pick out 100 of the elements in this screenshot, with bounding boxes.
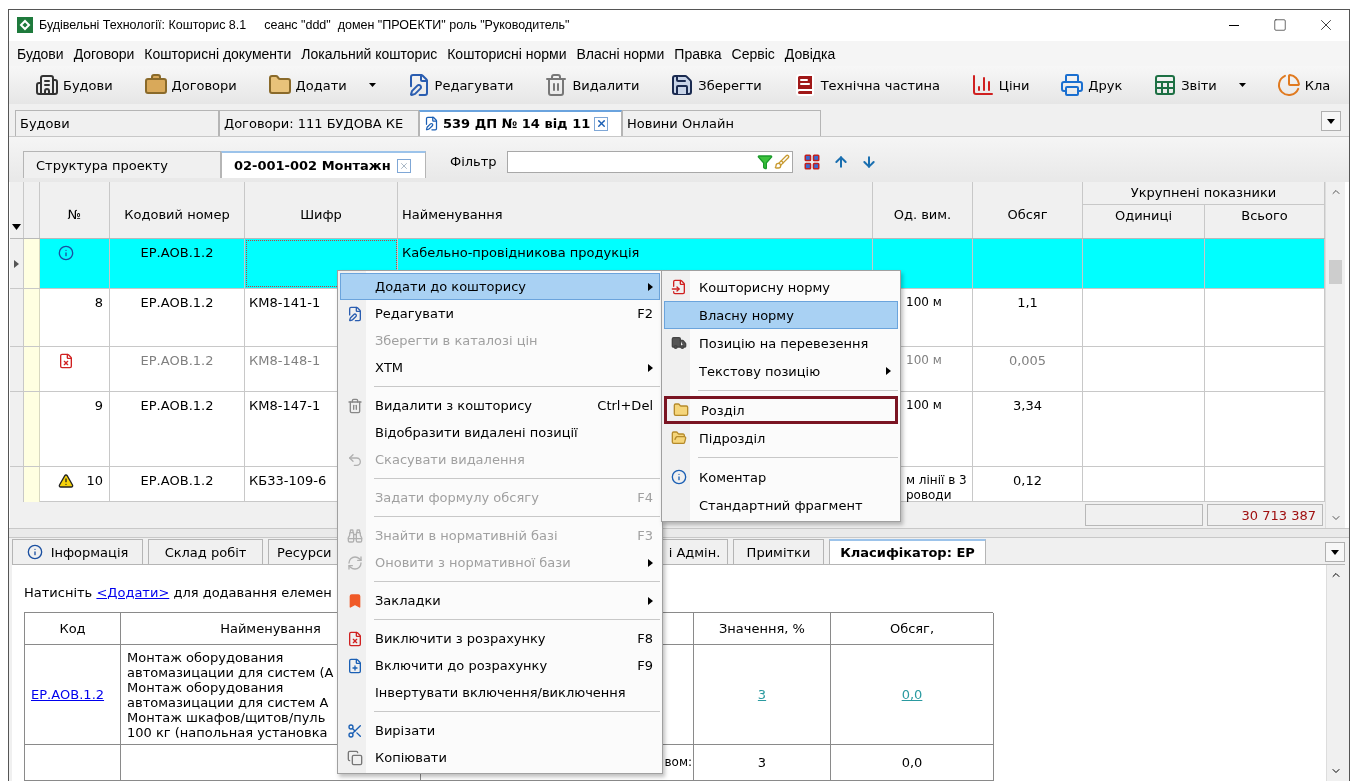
column-header: Обсяг, bbox=[831, 613, 994, 645]
document-tab[interactable]: Новини Онлайн bbox=[622, 109, 821, 136]
document-icon bbox=[424, 116, 439, 132]
panel-tab[interactable]: Примітки bbox=[733, 539, 824, 564]
scrollbar-thumb[interactable] bbox=[1329, 260, 1342, 285]
row-strip bbox=[24, 289, 40, 347]
column-header: Кодовий номер bbox=[110, 182, 245, 239]
bar-chart-icon bbox=[970, 73, 995, 98]
code-cell: ЕР.АОВ.1.2 bbox=[110, 239, 245, 289]
row-header[interactable] bbox=[10, 239, 24, 289]
volume-cell: 0,005 bbox=[1008, 353, 1047, 369]
trash-icon bbox=[544, 73, 569, 98]
toolbar-button[interactable]: Будови bbox=[27, 70, 121, 101]
menu-item[interactable]: Власну норму bbox=[664, 301, 898, 329]
volume-cell: 0,12 bbox=[1013, 473, 1042, 489]
project-tab[interactable]: 02-001-002 Монтажн bbox=[221, 151, 426, 179]
menu-item[interactable]: Текстову позицію bbox=[664, 357, 898, 385]
funnel-icon bbox=[756, 153, 773, 170]
caret-icon bbox=[1327, 118, 1335, 124]
volume-cell: 3,34 bbox=[1013, 398, 1042, 414]
printer-icon bbox=[1060, 73, 1085, 98]
code-cell: ЕР.АОВ.1.2 bbox=[110, 289, 245, 347]
panel-tab[interactable]: Класифікатор: ЕР bbox=[829, 539, 986, 564]
info-icon bbox=[58, 245, 74, 262]
window-title: Будівельні Технології: Кошторис 8.1 bbox=[39, 18, 247, 33]
truck-icon bbox=[671, 335, 687, 351]
unit-cell: 100 м bbox=[906, 398, 942, 414]
document-remove-icon bbox=[58, 353, 74, 370]
submenu-arrow-icon bbox=[648, 596, 653, 605]
toolbar-button[interactable]: Додати bbox=[259, 70, 384, 101]
add-link[interactable]: <Додати> bbox=[96, 585, 170, 600]
column-header: Одиниці bbox=[1083, 205, 1205, 239]
vertical-scrollbar[interactable] bbox=[1325, 182, 1345, 529]
menu-bar-item[interactable]: Сервіс bbox=[726, 43, 780, 64]
code-link[interactable]: ЕР.АОВ.1.2 bbox=[31, 687, 105, 702]
refresh-icon bbox=[347, 554, 363, 571]
code-cell: ЕР.АОВ.1.2 bbox=[110, 347, 245, 392]
toolbar-button[interactable]: Технічна частина bbox=[784, 70, 948, 101]
submenu-arrow-icon bbox=[648, 363, 653, 372]
menu-bar-item[interactable]: Кошторисні норми bbox=[442, 43, 572, 64]
toolbar-button[interactable]: Договори bbox=[135, 70, 245, 101]
menu-bar-item[interactable]: Договори bbox=[68, 43, 140, 64]
filter-field[interactable] bbox=[506, 150, 793, 173]
vertical-scrollbar[interactable] bbox=[1326, 565, 1345, 781]
column-header: Од. вим. bbox=[873, 182, 973, 239]
unit-cell: 100 м bbox=[906, 295, 942, 311]
submenu-arrow-icon bbox=[886, 367, 891, 375]
toolbar-button[interactable]: Ціни bbox=[962, 70, 1038, 101]
menu-item[interactable]: Коментар bbox=[664, 463, 898, 491]
column-header: Найменування bbox=[398, 182, 873, 239]
table-cell: 3 bbox=[694, 745, 831, 781]
toolbar-button[interactable]: Друк bbox=[1052, 70, 1131, 101]
panel-tab[interactable]: Інформація bbox=[12, 539, 143, 564]
row-pointer-icon bbox=[14, 259, 19, 268]
toolbar-button[interactable]: Редагувати bbox=[398, 70, 522, 101]
panel-tab[interactable]: Склад робіт bbox=[148, 539, 263, 564]
submenu-arrow-icon bbox=[648, 558, 653, 567]
info-icon bbox=[26, 544, 43, 560]
toolbar-button[interactable]: Видалити bbox=[536, 70, 648, 101]
toolbar-button[interactable]: Звіти bbox=[1145, 70, 1254, 101]
document-import-icon bbox=[671, 279, 687, 295]
column-group-header: Укрупнені показники bbox=[1083, 182, 1325, 206]
menu-item[interactable]: Закладки bbox=[340, 587, 660, 614]
caret-icon bbox=[1238, 83, 1246, 88]
menu-bar-item[interactable]: Локальний кошторис bbox=[296, 43, 443, 64]
minimize-icon bbox=[1229, 24, 1239, 26]
toolbar-button[interactable]: Зберегти bbox=[662, 70, 770, 101]
document-tab[interactable]: 539 ДП № 14 від 11 bbox=[419, 109, 622, 136]
menu-item[interactable]: Позицію на перевезення bbox=[664, 329, 898, 357]
spreadsheet-icon bbox=[1153, 73, 1178, 98]
tabs-dropdown-button[interactable] bbox=[1325, 542, 1345, 563]
total-value: 30 713 387 bbox=[1207, 504, 1323, 527]
menu-item[interactable]: Додати до кошторису bbox=[340, 273, 660, 300]
menu-bar-item[interactable]: Будови bbox=[12, 43, 69, 64]
hint-text: Натисніть <Додати> для додавання елемен bbox=[24, 585, 333, 600]
menu-bar-item[interactable]: Кошторисні документи bbox=[139, 43, 297, 64]
warning-icon bbox=[58, 473, 74, 490]
close-icon bbox=[398, 160, 409, 171]
column-header: Шифр bbox=[245, 182, 398, 239]
column-header: Код bbox=[25, 613, 121, 645]
brush-icon bbox=[773, 153, 790, 170]
caret-icon bbox=[12, 224, 21, 231]
toolbar-button[interactable]: Кла bbox=[1268, 70, 1339, 101]
folder-icon bbox=[671, 430, 687, 446]
document-tab[interactable]: Будови bbox=[15, 109, 219, 136]
document-tab[interactable]: Договори: 111 БУДОВА КЕ bbox=[219, 109, 419, 136]
project-tab[interactable]: Структура проекту bbox=[23, 151, 221, 179]
copy-icon bbox=[347, 749, 363, 766]
menu-item[interactable]: Розділ bbox=[664, 396, 898, 424]
menu-bar-item[interactable]: Правка bbox=[669, 43, 727, 64]
document-remove-icon bbox=[347, 630, 363, 647]
tabs-dropdown-button[interactable] bbox=[1321, 111, 1341, 132]
bookmark-icon bbox=[347, 592, 363, 609]
menu-bar-item[interactable]: Власні норми bbox=[571, 43, 670, 64]
menu-item[interactable]: Підрозділ bbox=[664, 424, 898, 452]
tab-close-icon[interactable] bbox=[594, 116, 609, 131]
trash-icon bbox=[347, 397, 363, 414]
menu-item[interactable]: Стандартний фрагмент bbox=[664, 491, 898, 519]
menu-bar-item[interactable]: Довідка bbox=[779, 43, 841, 64]
panel-tab[interactable]: і Адмін. bbox=[661, 539, 728, 564]
